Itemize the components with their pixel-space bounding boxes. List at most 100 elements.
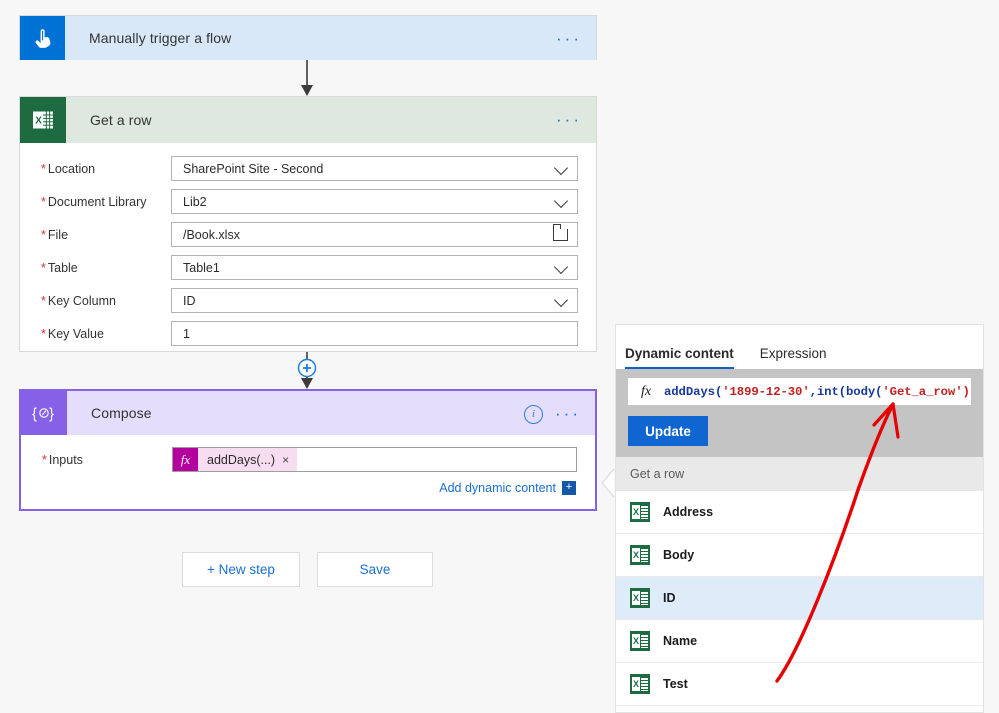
form-row: * Document Library Lib2 [31,185,578,218]
new-step-button[interactable]: + New step [182,552,300,587]
add-dynamic-content-link[interactable]: Add dynamic content [439,481,556,495]
expression-token-label: addDays(...) [207,452,276,467]
field-label: * Key Value [31,327,171,341]
update-button[interactable]: Update [628,416,708,446]
getrow-card-actions: ··· [556,97,582,143]
plus-icon[interactable]: + [562,481,576,495]
field-label-text: Key Value [47,326,104,341]
required-mark: * [41,326,46,341]
compose-card[interactable]: { } Compose i ··· * Inputs fx addDays(..… [19,389,597,511]
field-label: * Key Column [31,294,171,308]
trigger-card[interactable]: Manually trigger a flow ··· [19,15,597,60]
list-item-label: Test [663,677,688,691]
expression-part: 'Get_a_row') [882,384,970,399]
compose-inputs-row: * Inputs fx addDays(...) × [32,447,577,472]
compose-more-menu-button[interactable]: ··· [555,405,581,422]
close-icon[interactable]: × [282,453,289,467]
getrow-card[interactable]: X Get a row ··· * Location SharePoint Si… [19,96,597,352]
field-value: 1 [183,326,190,341]
field-value: Table1 [183,260,220,275]
field-input-location[interactable]: SharePoint Site - Second [171,156,578,181]
field-label: * Table [31,261,171,275]
fx-icon: fx [640,383,652,399]
field-label: * Location [31,162,171,176]
expression-input[interactable]: fx addDays('1899-12-30',int(body('Get_a_… [628,378,971,405]
trigger-more-menu-button[interactable]: ··· [556,30,582,47]
field-value: /Book.xlsx [183,227,240,242]
form-row: * File/Book.xlsx [31,218,578,251]
field-label-text: Document Library [47,194,147,209]
required-mark: * [41,260,46,275]
connector-getrow-to-compose[interactable] [292,352,322,390]
info-icon[interactable]: i [524,404,544,424]
field-input-file[interactable]: /Book.xlsx [171,222,578,247]
compose-inputs-field[interactable]: fx addDays(...) × [172,447,577,472]
expression-token-chip[interactable]: addDays(...) × [198,448,298,471]
required-mark: * [41,227,46,242]
tap-hand-icon [20,16,65,60]
form-row: * Key Column ID [31,284,578,317]
flow-designer-canvas: Manually trigger a flow ··· X Get a row … [0,0,999,713]
excel-icon [630,545,650,565]
fx-icon: fx [173,448,198,471]
field-input-table[interactable]: Table1 [171,255,578,280]
list-item-label: Body [663,548,695,562]
list-item[interactable]: Name [616,620,983,663]
expression-part: '1899-12-30' [722,384,810,399]
getrow-card-header[interactable]: X Get a row ··· [20,97,596,143]
getrow-more-menu-button[interactable]: ··· [556,111,582,128]
connector-trigger-to-getrow [301,60,313,96]
field-input-key-value[interactable]: 1 [171,321,578,346]
compose-braces-icon: { } [21,391,67,435]
compose-inputs-label: * Inputs [42,452,83,467]
tab-dynamic-content[interactable]: Dynamic content [625,346,734,369]
getrow-card-title: Get a row [90,112,152,128]
trigger-card-header[interactable]: Manually trigger a flow ··· [20,16,596,60]
excel-icon [630,502,650,522]
form-row: * Table Table1 [31,251,578,284]
list-item[interactable]: Test [616,663,983,706]
svg-text:X: X [35,116,42,127]
excel-icon: X [20,97,66,143]
tab-expression[interactable]: Expression [760,346,827,369]
list-item[interactable]: Body [616,534,983,577]
field-label: * File [31,228,171,242]
list-item-label: ID [663,591,676,605]
field-value: Lib2 [183,194,207,209]
field-input-document-library[interactable]: Lib2 [171,189,578,214]
required-mark: * [42,452,47,467]
chevron-down-icon[interactable] [555,162,568,175]
field-label-text: Table [47,260,78,275]
dynamic-content-panel: Dynamic content Expression fx addDays('18… [615,324,984,713]
compose-card-header[interactable]: { } Compose i ··· [21,391,595,435]
chevron-down-icon[interactable] [555,294,568,307]
chevron-down-icon[interactable] [555,195,568,208]
list-item-label: Name [663,634,698,648]
add-dynamic-content-row: Add dynamic content + [32,481,577,495]
list-item[interactable]: Address [616,491,983,534]
svg-text:}: } [49,406,54,423]
required-mark: * [41,293,46,308]
getrow-form: * Location SharePoint Site - Second * Docume… [20,143,596,350]
dynamic-content-list: Address Body ID Name Test [616,491,983,706]
chevron-down-icon[interactable] [555,261,568,274]
dynamic-content-tabs: Dynamic content Expression [616,325,983,369]
panel-collapse-chevron-icon[interactable] [601,468,615,498]
folder-icon[interactable] [552,223,568,241]
field-label-text: File [47,227,69,242]
form-row: * Key Value 1 [31,317,578,350]
save-button[interactable]: Save [317,552,433,587]
dynamic-content-group-header: Get a row [616,457,983,491]
required-mark: * [41,161,46,176]
list-item[interactable]: ID [616,577,983,620]
svg-text:{: { [32,406,37,423]
excel-icon [630,631,650,651]
compose-body: * Inputs fx addDays(...) × Add dynamic co… [21,435,595,495]
trigger-card-title: Manually trigger a flow [89,30,232,46]
field-value: SharePoint Site - Second [183,161,324,176]
expression-part: ,int(body( [809,384,883,399]
field-input-key-column[interactable]: ID [171,288,578,313]
trigger-card-actions: ··· [556,16,582,62]
excel-icon [630,674,650,694]
field-label-text: Location [47,161,96,176]
